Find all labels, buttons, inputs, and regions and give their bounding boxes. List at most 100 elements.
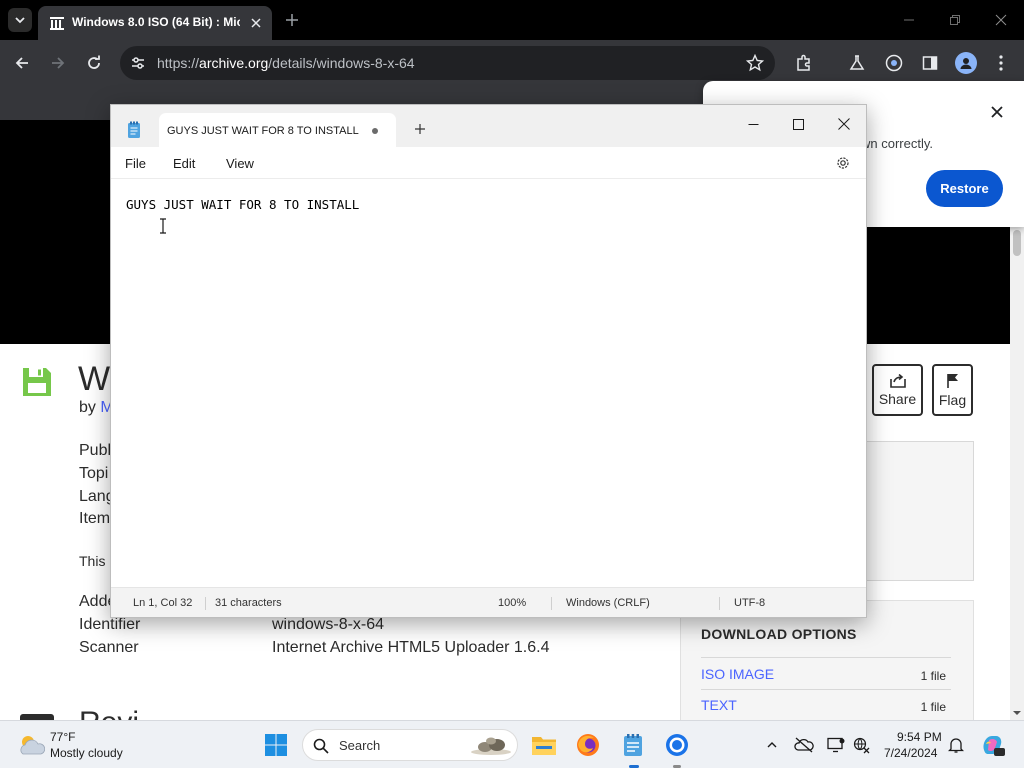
share-label: Share [878, 390, 917, 407]
notepad-maximize-button[interactable] [786, 112, 810, 136]
partly-cloudy-weather-icon[interactable] [17, 732, 45, 758]
network-tray[interactable] [852, 735, 872, 755]
network-globe-icon [853, 737, 870, 754]
download-link-text[interactable]: TEXT [701, 697, 737, 713]
flag-icon [946, 373, 958, 388]
taskbar-search-box[interactable]: Search [302, 729, 518, 761]
unsaved-dot-icon[interactable] [372, 128, 378, 134]
restore-button[interactable]: Restore [926, 170, 1003, 207]
bell-icon [948, 738, 964, 753]
back-button[interactable] [10, 51, 34, 75]
tune-icon [132, 57, 144, 69]
search-highlight-image-icon [471, 737, 511, 755]
chevron-down-icon [15, 17, 25, 24]
onedrive-tray[interactable] [794, 735, 814, 755]
menu-view[interactable]: View [226, 156, 254, 171]
browser-tab-active[interactable]: Windows 8.0 ISO (64 Bit) : Mic [38, 6, 272, 40]
flag-button[interactable]: Flag [932, 364, 973, 416]
notepad-statusbar: Ln 1, Col 32 31 characters 100% Windows … [111, 587, 866, 617]
taskbar-notepad[interactable] [620, 732, 646, 758]
notepad-close-button[interactable] [832, 112, 856, 136]
labs-button[interactable] [845, 51, 869, 75]
download-options-panel: DOWNLOAD OPTIONS ISO IMAGE 1 file TEXT 1… [680, 600, 974, 720]
popup-message: wn correctly. [861, 136, 933, 151]
weather-condition[interactable]: Mostly cloudy [50, 746, 123, 760]
close-icon [838, 118, 850, 130]
divider [701, 689, 951, 690]
browser-restore-button[interactable] [945, 10, 965, 30]
share-button[interactable]: Share [872, 364, 923, 416]
notepad-new-tab-button[interactable] [413, 122, 427, 136]
bookmark-star-button[interactable] [745, 53, 765, 73]
new-tab-button[interactable] [282, 10, 302, 30]
windows-logo-icon [265, 734, 287, 756]
meta-label-published: Publ [79, 442, 112, 459]
browser-close-button[interactable] [991, 10, 1011, 30]
search-icon [313, 738, 329, 754]
person-icon [960, 58, 972, 69]
gear-icon[interactable] [835, 155, 851, 171]
scrollbar-thumb[interactable] [1013, 230, 1021, 256]
scroll-down-arrow-icon[interactable] [1012, 708, 1022, 718]
item-description: This [79, 553, 106, 569]
side-panel-button[interactable] [918, 51, 942, 75]
folder-icon [532, 737, 556, 755]
popup-close-button[interactable] [988, 103, 1006, 121]
restore-window-icon [950, 15, 960, 25]
site-info-button[interactable] [128, 53, 148, 73]
extension-circle-button[interactable] [882, 51, 906, 75]
more-vertical-icon [999, 55, 1003, 71]
status-zoom[interactable]: 100% [498, 597, 526, 609]
copilot-button[interactable] [980, 732, 1006, 758]
notepad-document-tab[interactable]: GUYS JUST WAIT FOR 8 TO INSTALL [159, 113, 396, 147]
menu-file[interactable]: File [125, 156, 146, 171]
close-tab-button[interactable] [246, 13, 266, 33]
weather-temperature[interactable]: 77°F [50, 730, 75, 744]
status-encoding[interactable]: UTF-8 [734, 597, 765, 609]
start-button[interactable] [263, 732, 289, 758]
notepad-titlebar[interactable]: GUYS JUST WAIT FOR 8 TO INSTALL [111, 105, 866, 147]
browser-menu-button[interactable] [989, 51, 1013, 75]
divider [551, 597, 552, 610]
arrow-left-icon [15, 57, 28, 69]
download-link-iso-image[interactable]: ISO IMAGE [701, 666, 774, 682]
meta-label-topics: Topi [79, 465, 109, 482]
browser-minimize-button[interactable] [899, 10, 919, 30]
windows-taskbar: 77°F Mostly cloudy Search 9:54 PM 7/24/2… [0, 720, 1024, 768]
address-bar[interactable]: https://archive.org/details/windows-8-x-… [120, 46, 775, 80]
notepad-minimize-button[interactable] [741, 112, 765, 136]
extensions-button[interactable] [792, 51, 816, 75]
menu-edit[interactable]: Edit [173, 156, 195, 171]
chrome-icon [666, 734, 688, 756]
cloud-offline-icon [794, 737, 814, 753]
puzzle-icon [797, 54, 810, 71]
copilot-icon [983, 736, 1005, 756]
star-icon [746, 54, 764, 72]
taskbar-file-explorer[interactable] [531, 732, 557, 758]
notifications-button[interactable] [946, 735, 966, 755]
notepad-text-area[interactable]: GUYS JUST WAIT FOR 8 TO INSTALL [126, 197, 359, 212]
notepad-icon [624, 734, 642, 756]
item-side-panel [866, 441, 974, 581]
status-line-endings[interactable]: Windows (CRLF) [566, 597, 650, 609]
tab-search-button[interactable] [8, 8, 32, 32]
show-hidden-icons-button[interactable] [762, 735, 782, 755]
download-count-iso-image: 1 file [920, 669, 946, 683]
notepad-app-icon [128, 121, 140, 138]
forward-button[interactable] [46, 51, 70, 75]
url-path: /details/windows-8-x-64 [268, 55, 415, 71]
status-character-count: 31 characters [215, 597, 282, 609]
reload-button[interactable] [82, 51, 106, 75]
clock-date[interactable]: 7/24/2024 [884, 746, 937, 760]
close-icon [995, 14, 1007, 26]
display-tray[interactable] [826, 735, 846, 755]
profile-avatar-button[interactable] [955, 52, 977, 74]
url-text[interactable]: https://archive.org/details/windows-8-x-… [157, 55, 415, 71]
meta-label-identifier: Identifier [79, 616, 141, 633]
extension-circle-icon [885, 54, 903, 72]
floppy-disk-icon [23, 368, 51, 396]
taskbar-firefox[interactable] [575, 732, 601, 758]
taskbar-chrome[interactable] [664, 732, 690, 758]
plus-icon [286, 14, 298, 26]
clock-time[interactable]: 9:54 PM [897, 730, 942, 744]
